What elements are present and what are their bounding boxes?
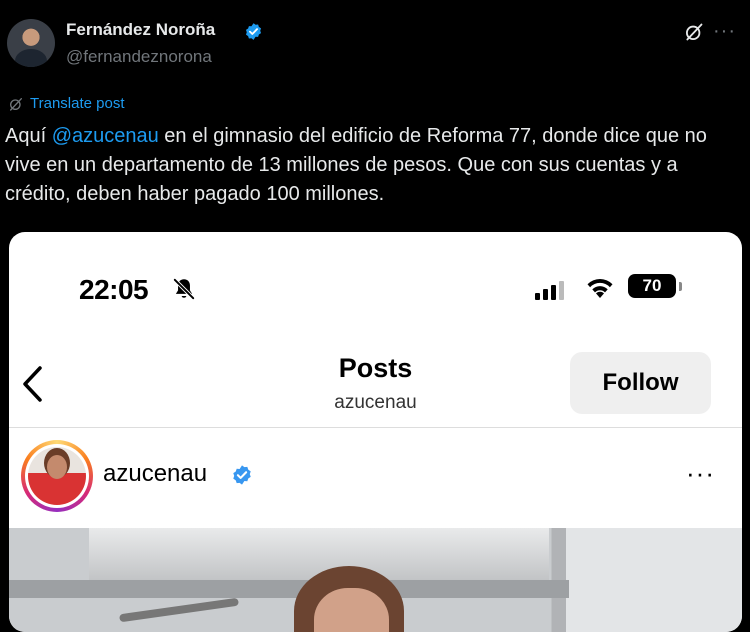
post-text: Aquí @azucenau en el gimnasio del edific… (5, 122, 745, 209)
post-username[interactable]: azucenau (103, 460, 207, 488)
post-more-options-icon[interactable]: ··· (686, 458, 715, 489)
translate-icon (10, 97, 22, 111)
more-options-icon[interactable]: ··· (713, 20, 736, 43)
gym-photo[interactable] (9, 528, 742, 632)
wifi-icon (587, 278, 613, 298)
grok-icon[interactable] (684, 22, 704, 42)
follow-button[interactable]: Follow (570, 352, 711, 414)
story-ring-inner (25, 444, 89, 508)
author-handle[interactable]: @fernandeznorona (66, 47, 212, 67)
bell-muted-icon (173, 278, 195, 300)
translate-post-link[interactable]: Translate post (8, 95, 125, 112)
equipment-rail (119, 597, 239, 623)
post-text-before: Aquí (5, 125, 52, 147)
verified-badge-icon (233, 465, 251, 485)
battery-indicator: 70 (628, 274, 676, 298)
post-media-image[interactable]: 22:05 70 Posts azucenau Follow azucenau … (9, 232, 742, 632)
verified-badge-icon (245, 23, 262, 40)
translate-label: Translate post (30, 95, 125, 112)
mention-link[interactable]: @azucenau (52, 125, 159, 147)
author-display-name[interactable]: Fernández Noroña (66, 20, 215, 40)
ceiling-beam (9, 580, 569, 598)
header-divider (9, 427, 742, 428)
profile-photo (28, 447, 86, 505)
profile-story-avatar[interactable] (21, 440, 93, 512)
cellular-signal-icon (535, 280, 564, 300)
status-bar-time: 22:05 (79, 274, 149, 305)
author-avatar[interactable] (7, 19, 55, 67)
battery-nub (679, 282, 682, 291)
